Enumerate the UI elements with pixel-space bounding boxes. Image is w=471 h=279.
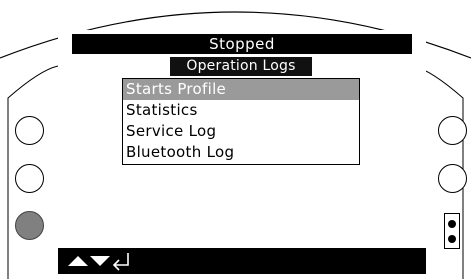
up-arrow-icon[interactable]	[68, 256, 88, 266]
menu-list: Starts Profile Statistics Service Log Bl…	[122, 78, 360, 165]
menu-item-statistics[interactable]: Statistics	[123, 100, 359, 121]
menu-item-bluetooth-log[interactable]: Bluetooth Log	[123, 142, 359, 163]
right-button-1[interactable]	[438, 116, 467, 145]
indicator-dot-top	[448, 220, 456, 228]
indicator-dot-bottom	[448, 235, 456, 243]
right-button-2[interactable]	[438, 164, 467, 193]
menu-item-starts-profile[interactable]: Starts Profile	[123, 79, 359, 100]
menu-item-service-log[interactable]: Service Log	[123, 121, 359, 142]
left-button-1[interactable]	[15, 116, 44, 145]
status-indicator	[444, 213, 460, 249]
left-button-2[interactable]	[15, 164, 44, 193]
enter-icon[interactable]	[112, 253, 129, 271]
menu-title: Operation Logs	[170, 57, 312, 76]
left-button-3[interactable]	[15, 211, 44, 240]
status-bar: Stopped	[72, 34, 412, 54]
navigation-bar	[58, 248, 426, 274]
display-screen: Stopped Operation Logs Starts Profile St…	[58, 30, 426, 274]
down-arrow-icon[interactable]	[90, 256, 110, 266]
